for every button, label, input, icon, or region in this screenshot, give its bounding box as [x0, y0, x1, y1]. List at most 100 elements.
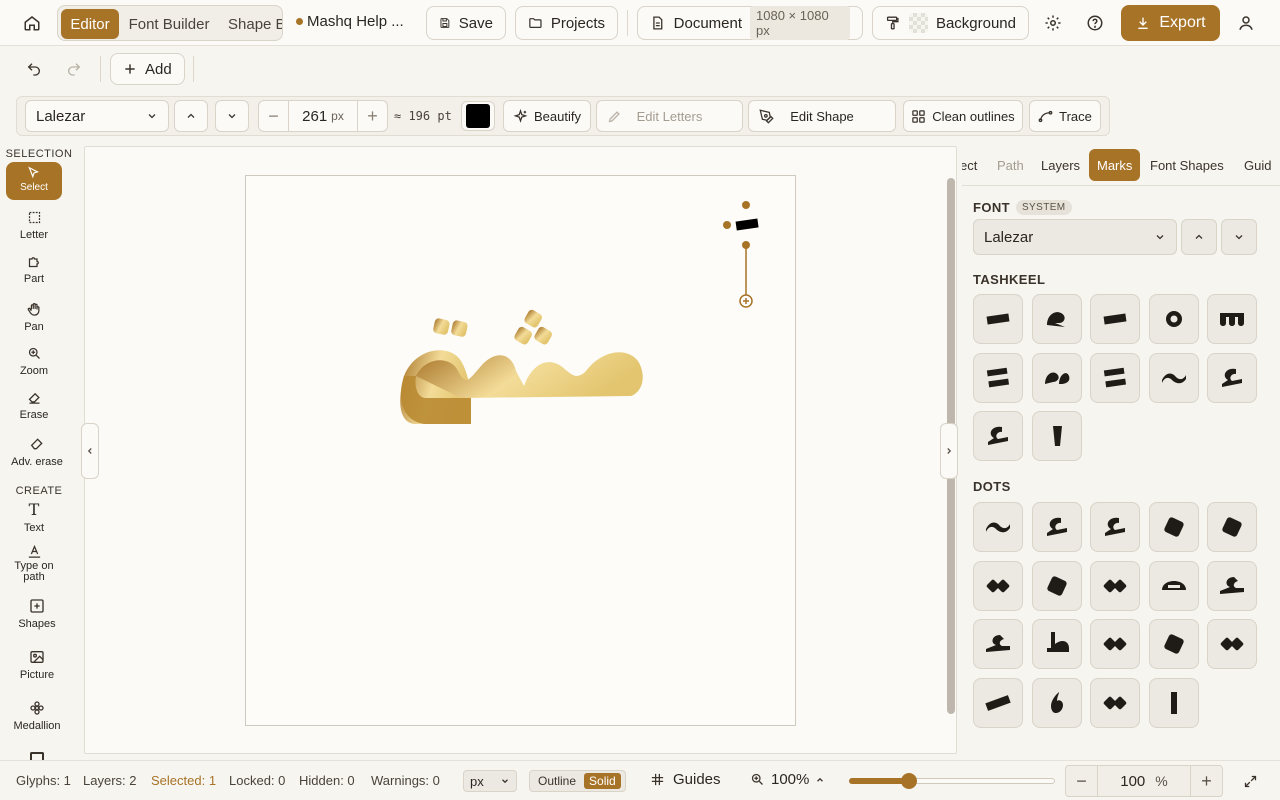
undo-button[interactable] — [20, 55, 48, 83]
size-decrease-button[interactable]: − — [259, 101, 289, 131]
tashkeel-mark-button[interactable] — [1148, 352, 1199, 403]
dot-mark-button[interactable] — [1031, 619, 1082, 669]
hidden-count: Hidden: 0 — [299, 773, 355, 788]
help-button[interactable] — [1081, 9, 1109, 37]
background-button[interactable]: Background — [872, 6, 1029, 40]
unit-select[interactable]: px — [463, 770, 517, 792]
size-increase-button[interactable]: + — [357, 101, 387, 131]
dot-mark-button[interactable] — [1090, 677, 1140, 728]
tool-type-on-path[interactable]: Type on path — [6, 544, 62, 584]
tab-marks[interactable]: Marks — [1089, 149, 1141, 181]
outline-mode-button[interactable]: Outline — [533, 773, 581, 789]
tab-layers[interactable]: Layers — [1041, 149, 1080, 181]
font-select[interactable]: Lalezar — [973, 219, 1177, 255]
tab-path[interactable]: Path — [997, 149, 1024, 181]
size-value[interactable]: 261 — [302, 108, 327, 125]
dot-mark-button[interactable] — [1090, 560, 1140, 611]
artboard[interactable] — [245, 175, 796, 726]
calligraphy-artwork[interactable] — [246, 176, 797, 727]
dot-mark-button[interactable] — [1207, 619, 1257, 669]
tashkeel-mark-button[interactable] — [973, 352, 1023, 403]
edit-shape-button[interactable]: Edit Shape — [748, 100, 896, 132]
tool-shapes[interactable]: Shapes — [4, 598, 70, 634]
tab-guides[interactable]: Guid — [1244, 149, 1271, 181]
tashkeel-mark-button[interactable] — [1207, 352, 1257, 403]
tab-editor[interactable]: Editor — [61, 9, 119, 39]
font-select[interactable]: Lalezar — [25, 100, 169, 132]
tab-font-shapes[interactable]: Font Shapes — [1150, 149, 1224, 181]
zoom-out-button[interactable]: − — [1066, 766, 1098, 796]
dot-mark-button[interactable] — [973, 677, 1023, 728]
sparkles-icon — [513, 108, 528, 123]
tool-medallion[interactable]: Medallion — [4, 700, 70, 736]
tashkeel-mark-button[interactable] — [1031, 411, 1082, 461]
tashkeel-mark-button[interactable] — [973, 411, 1023, 461]
tashkeel-mark-button[interactable] — [1207, 294, 1257, 344]
control-handle[interactable] — [723, 221, 731, 229]
dot-mark-button[interactable] — [1090, 619, 1140, 669]
zoom-slider[interactable] — [849, 773, 1055, 789]
projects-button[interactable]: Projects — [515, 6, 618, 40]
tashkeel-mark-button[interactable] — [1031, 294, 1082, 344]
collapse-left-panel-button[interactable] — [81, 423, 99, 479]
dot-mark-button[interactable] — [1031, 560, 1082, 611]
dot-mark-button[interactable] — [1148, 677, 1199, 728]
tab-font-builder[interactable]: Font Builder — [123, 9, 215, 39]
zoom-in-button[interactable]: + — [1190, 766, 1222, 796]
tab-select[interactable]: ect — [962, 149, 977, 181]
dot-mark-button[interactable] — [973, 560, 1023, 611]
tool-picture[interactable]: Picture — [4, 649, 70, 685]
guides-toggle[interactable]: Guides — [650, 771, 721, 788]
tashkeel-mark-button[interactable] — [1090, 294, 1140, 344]
settings-button[interactable] — [1039, 9, 1067, 37]
zoom-menu[interactable]: 100% — [750, 771, 825, 788]
dot-mark-button[interactable] — [1148, 502, 1199, 552]
export-button[interactable]: Export — [1121, 5, 1220, 41]
tool-adv-erase[interactable]: Adv. erase — [4, 436, 70, 476]
fullscreen-button[interactable] — [1238, 769, 1262, 793]
rotate-handle[interactable] — [742, 201, 750, 209]
tool-zoom[interactable]: Zoom — [6, 346, 62, 382]
dot-mark-button[interactable] — [1148, 560, 1199, 611]
font-prev-button[interactable] — [1181, 219, 1217, 255]
zoom-input[interactable]: 100 — [1120, 773, 1145, 790]
add-button[interactable]: Add — [110, 53, 185, 85]
font-prev-button[interactable] — [174, 100, 208, 132]
save-button[interactable]: Save — [426, 6, 506, 40]
tool-text[interactable]: T Text — [6, 502, 62, 538]
font-next-button[interactable] — [1221, 219, 1257, 255]
dot-mark-button[interactable] — [1031, 677, 1082, 728]
solid-mode-button[interactable]: Solid — [584, 773, 621, 789]
edit-letters-button[interactable]: Edit Letters — [596, 100, 743, 132]
tool-letter[interactable]: Letter — [6, 210, 62, 246]
dot-mark-button[interactable] — [1148, 619, 1199, 669]
trace-button[interactable]: Trace — [1029, 100, 1101, 132]
help-link[interactable]: Mashq Help ... — [296, 13, 404, 30]
dot-mark-button[interactable] — [973, 619, 1023, 669]
dot-mark-button[interactable] — [1090, 502, 1140, 552]
tool-select[interactable]: Select — [6, 162, 62, 200]
redo-button[interactable] — [60, 55, 88, 83]
tool-erase[interactable]: Erase — [6, 390, 62, 426]
dot-mark-button[interactable] — [973, 502, 1023, 552]
tool-pan[interactable]: Pan — [6, 302, 62, 338]
home-button[interactable] — [18, 9, 46, 37]
clean-outlines-button[interactable]: Clean outlines — [903, 100, 1023, 132]
tashkeel-mark-button[interactable] — [1090, 352, 1140, 403]
zoom-slider-thumb[interactable] — [900, 773, 917, 789]
dot-mark-button[interactable] — [1207, 502, 1257, 552]
beautify-button[interactable]: Beautify — [503, 100, 591, 132]
color-swatch[interactable] — [461, 101, 495, 131]
font-next-button[interactable] — [215, 100, 249, 132]
tashkeel-mark-button[interactable] — [1031, 352, 1082, 403]
tab-shape-builder[interactable]: Shape Builder — [220, 9, 282, 39]
tool-part[interactable]: Part — [6, 254, 62, 290]
collapse-right-panel-button[interactable] — [940, 423, 958, 479]
account-button[interactable] — [1232, 9, 1260, 37]
tashkeel-mark-button[interactable] — [973, 294, 1023, 344]
dot-mark-button[interactable] — [1207, 560, 1257, 611]
document-button[interactable]: Document 1080 × 1080 px — [637, 6, 863, 40]
dot-mark-button[interactable] — [1031, 502, 1082, 552]
glyph-dot — [451, 320, 468, 337]
tashkeel-mark-button[interactable] — [1148, 294, 1199, 344]
